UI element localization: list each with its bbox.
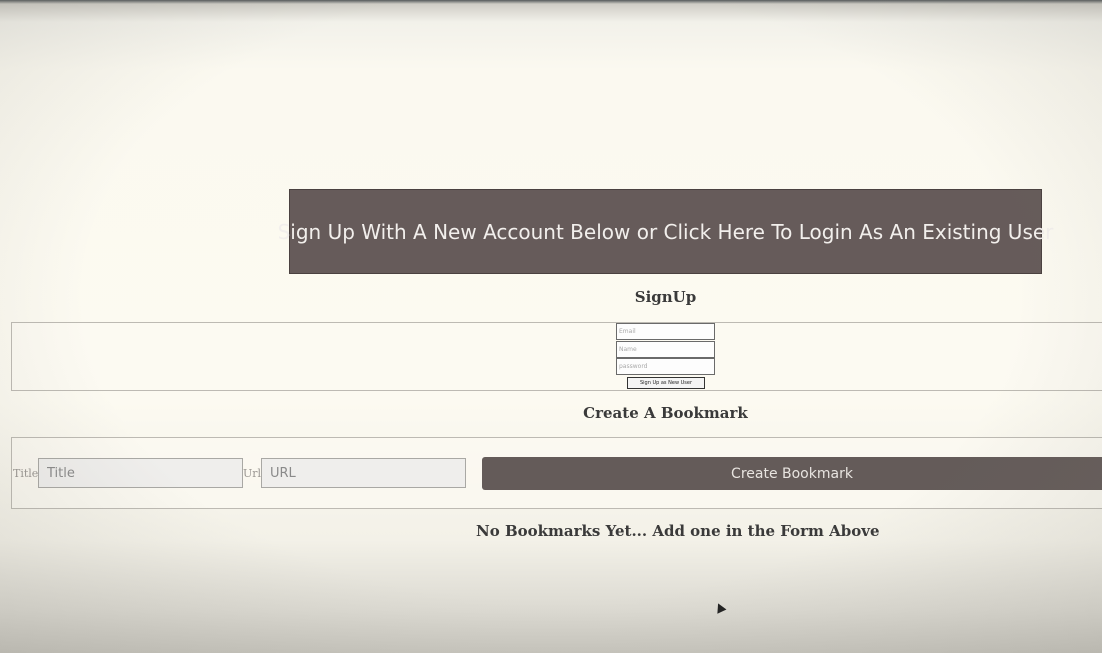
empty-bookmarks-message: No Bookmarks Yet... Add one in the Form …: [476, 522, 880, 540]
email-field[interactable]: [616, 323, 715, 340]
title-input[interactable]: [38, 458, 243, 488]
signup-heading: SignUp: [634, 288, 697, 306]
create-bookmark-heading: Create A Bookmark: [583, 404, 748, 422]
password-field[interactable]: [616, 358, 715, 375]
name-field[interactable]: [616, 341, 715, 358]
login-banner-button[interactable]: Sign Up With A New Account Below or Clic…: [278, 189, 1053, 274]
url-input[interactable]: [261, 458, 466, 488]
url-label: Url: [243, 467, 262, 480]
title-label: Title: [13, 467, 39, 480]
signup-form: [11, 322, 1102, 391]
mouse-cursor-icon: [713, 601, 727, 614]
create-bookmark-button[interactable]: Create Bookmark: [482, 457, 1102, 490]
signup-submit-button[interactable]: Sign Up as New User: [627, 377, 705, 389]
